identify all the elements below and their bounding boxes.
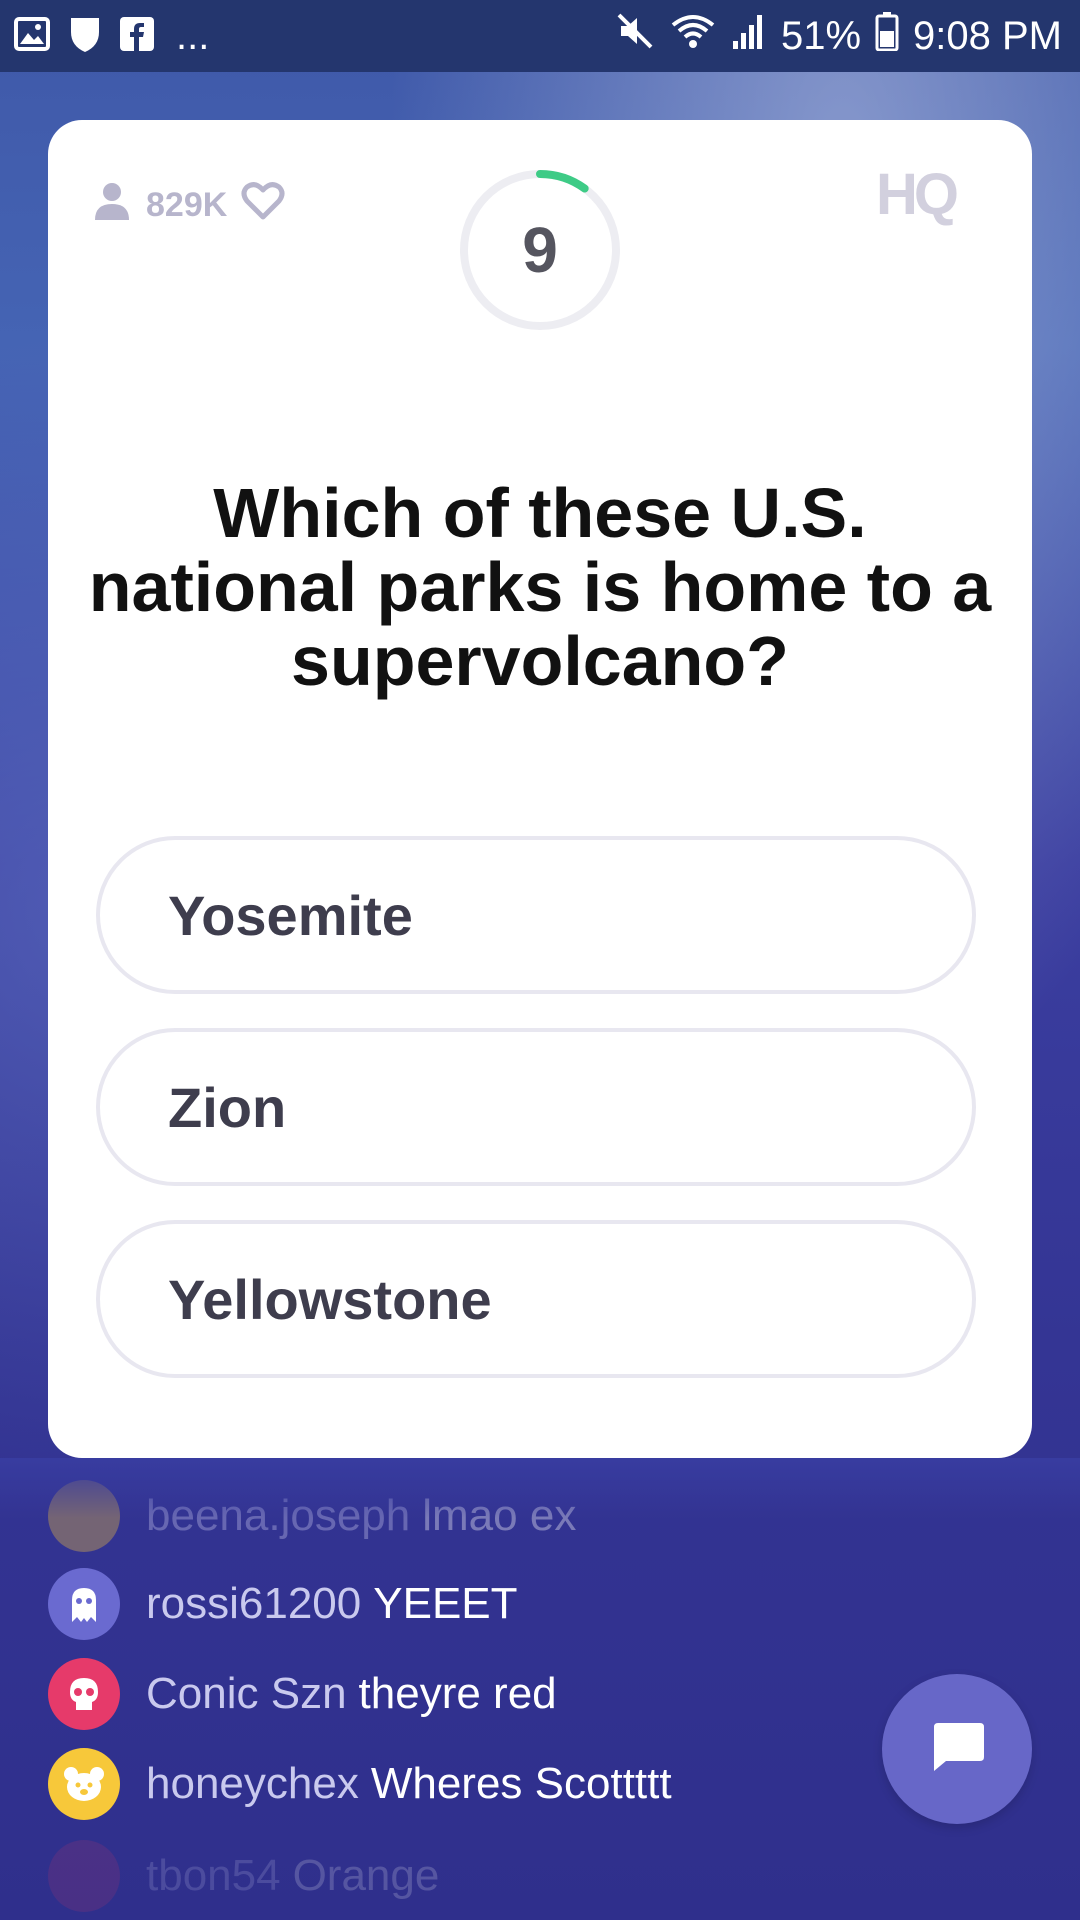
chat-username: tbon54: [146, 1851, 281, 1900]
chat-bubble-icon: [928, 1719, 986, 1780]
avatar: [48, 1840, 120, 1912]
answer-label: Zion: [168, 1075, 287, 1139]
battery-icon: [875, 11, 899, 61]
chat-message: Conic Szn theyre red: [48, 1658, 557, 1730]
chat-message: tbon54 Orange: [48, 1840, 439, 1912]
clock: 9:08 PM: [913, 13, 1062, 58]
bear-avatar-icon: [48, 1748, 120, 1820]
countdown-timer: 9: [458, 168, 622, 332]
skull-avatar-icon: [48, 1658, 120, 1730]
chat-text: Wheres Scottttt: [370, 1759, 672, 1808]
ghost-avatar-icon: [48, 1568, 120, 1640]
more-notifications: ...: [176, 14, 210, 58]
person-icon: [92, 180, 132, 231]
wifi-icon: [669, 11, 717, 61]
svg-text:HQ: HQ: [876, 164, 957, 226]
answer-label: Yosemite: [168, 883, 413, 947]
chat-fade-overlay: [0, 1458, 1080, 1518]
chat-message: rossi61200 YEEET: [48, 1568, 518, 1640]
chat-message: honeychex Wheres Scottttt: [48, 1748, 672, 1820]
status-bar: ... 51% 9:08 PM: [0, 0, 1080, 72]
facebook-icon: [120, 16, 154, 56]
answer-option-3[interactable]: Yellowstone: [96, 1220, 976, 1378]
chat-username: rossi61200: [146, 1579, 362, 1628]
heart-icon[interactable]: [241, 181, 285, 230]
question-text: Which of these U.S. national parks is ho…: [88, 474, 992, 700]
chat-button[interactable]: [882, 1674, 1032, 1824]
timer-value: 9: [522, 214, 558, 286]
answer-label: Yellowstone: [168, 1267, 492, 1331]
chat-text: YEEET: [373, 1579, 518, 1628]
question-card: 829K 9 HQ Which of these U.S. national p…: [48, 120, 1032, 1458]
battery-percent: 51%: [780, 13, 862, 58]
chat-text: theyre red: [358, 1669, 557, 1718]
signal-icon: [731, 11, 767, 61]
chat-username: Conic Szn: [146, 1669, 347, 1718]
mute-icon: [615, 11, 655, 61]
answer-option-2[interactable]: Zion: [96, 1028, 976, 1186]
gallery-icon: [14, 16, 50, 56]
hq-logo: HQ: [876, 162, 984, 231]
chat-text: Orange: [292, 1851, 440, 1900]
viewer-stats: 829K: [92, 180, 285, 231]
viewer-count: 829K: [146, 186, 228, 224]
answer-option-1[interactable]: Yosemite: [96, 836, 976, 994]
chat-username: honeychex: [146, 1759, 359, 1808]
shield-icon: [68, 14, 102, 59]
